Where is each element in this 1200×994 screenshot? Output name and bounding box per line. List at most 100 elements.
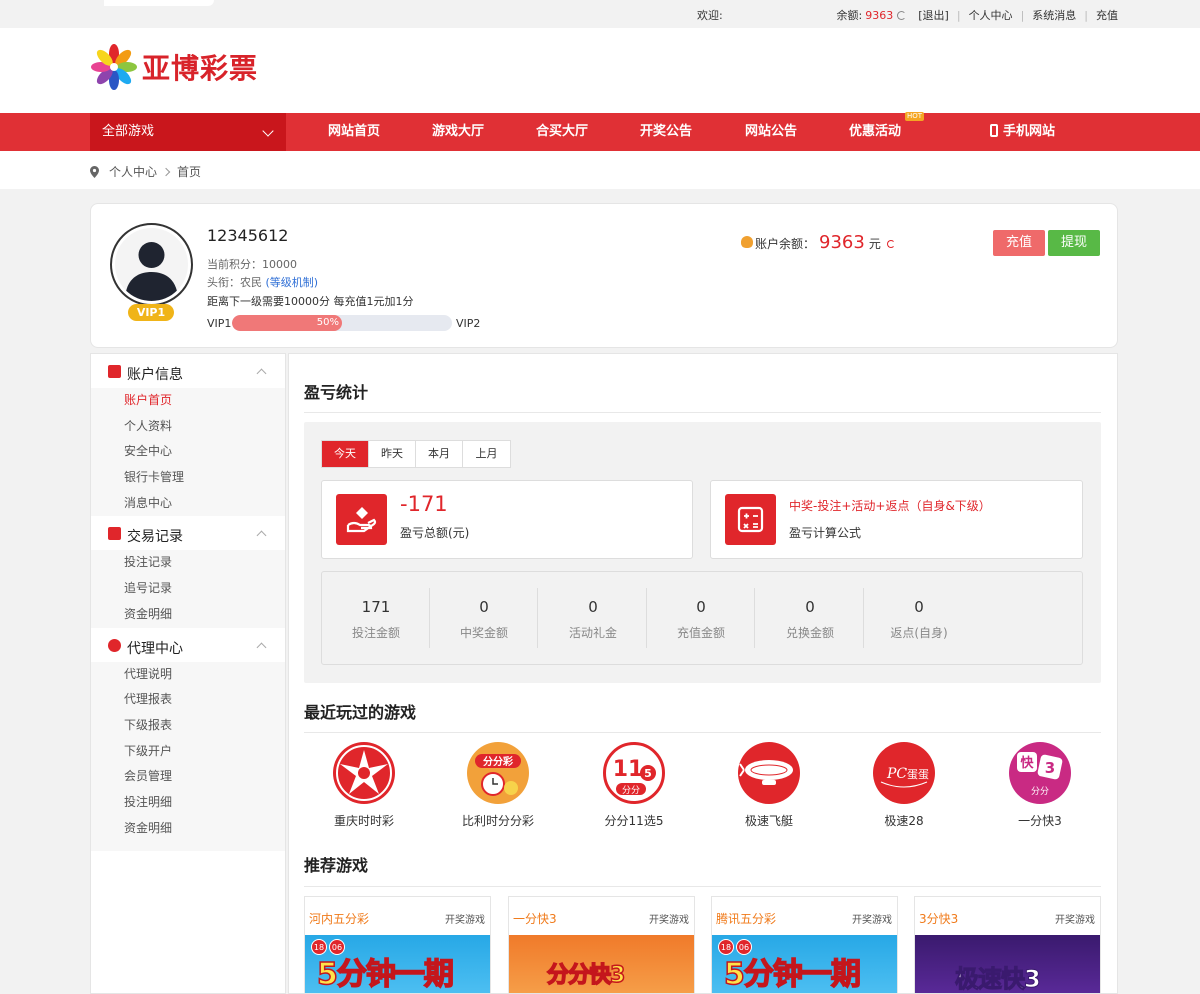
rec-banner: 极速快3	[915, 935, 1100, 994]
sidebar-item-sub-report[interactable]: 下级报表	[91, 713, 285, 739]
svg-text:3: 3	[1045, 759, 1055, 777]
sidebar-item-agent-info[interactable]: 代理说明	[91, 662, 285, 688]
rec-card-hanoi[interactable]: 河内五分彩 开奖游戏 18 06 5分钟一期	[304, 896, 491, 993]
svg-text:分分: 分分	[1031, 786, 1049, 797]
chevron-up-icon[interactable]	[256, 530, 267, 541]
level-progress-bar: 50%	[232, 315, 452, 331]
level-progress-fill: 50%	[232, 315, 342, 331]
refresh-icon[interactable]	[897, 10, 907, 20]
dice-k3-icon: 快 3 分分	[1009, 742, 1071, 804]
rec-card-link[interactable]: 开奖游戏	[649, 911, 689, 926]
sidebar-group-transactions[interactable]: 交易记录	[91, 516, 285, 551]
rec-card-link[interactable]: 开奖游戏	[1055, 911, 1095, 926]
tab-this-month[interactable]: 本月	[416, 441, 463, 467]
sidebar-item-sub-account[interactable]: 下级开户	[91, 739, 285, 765]
tab-last-month[interactable]: 上月	[463, 441, 510, 467]
chevron-down-icon	[262, 125, 274, 137]
sidebar-item-bet-records[interactable]: 投注记录	[91, 550, 285, 576]
refresh-balance-icon[interactable]	[886, 240, 895, 248]
rec-card-3min-k3[interactable]: 3分快3 开奖游戏 极速快3	[914, 896, 1101, 994]
rec-banner: 18 06 5分钟一期	[305, 935, 490, 993]
hand-money-icon	[336, 494, 387, 545]
breadcrumb-center[interactable]: 个人中心	[109, 163, 157, 180]
rec-card-link[interactable]: 开奖游戏	[852, 911, 892, 926]
game-speed-boat[interactable]: 极速飞艇	[709, 742, 829, 829]
rec-banner-text: 极速快3	[955, 965, 1042, 994]
phone-icon	[990, 124, 998, 137]
recharge-button[interactable]: 充值	[993, 230, 1045, 256]
nav-home[interactable]: 网站首页	[328, 113, 380, 151]
figure-label: 兑换金额	[785, 626, 834, 640]
recharge-link[interactable]: 充值	[1096, 7, 1118, 23]
sidebar-item-bank-cards[interactable]: 银行卡管理	[91, 465, 285, 491]
rec-card-tencent[interactable]: 腾讯五分彩 开奖游戏 18 06 5分钟一期	[711, 896, 898, 993]
currency-unit: 元	[868, 237, 881, 251]
game-name: 重庆时时彩	[333, 814, 394, 828]
stats-title: 盈亏统计	[304, 383, 369, 402]
vip-badge: VIP1	[128, 304, 174, 321]
figure-value: 0	[696, 598, 706, 616]
nav-promotions[interactable]: 优惠活动	[849, 113, 901, 151]
logout-link[interactable]: [退出]	[918, 7, 949, 23]
sidebar-item-profile[interactable]: 个人资料	[91, 414, 285, 440]
game-1min-k3[interactable]: 快 3 分分 一分快3	[980, 742, 1100, 829]
sidebar-item-agent-report[interactable]: 代理报表	[91, 687, 285, 713]
all-games-dropdown[interactable]: 全部游戏	[90, 113, 286, 151]
tab-today[interactable]: 今天	[322, 441, 369, 467]
nav-mobile[interactable]: 手机网站	[990, 113, 1055, 151]
sidebar-item-chase-records[interactable]: 追号记录	[91, 576, 285, 602]
money-bag-icon	[741, 236, 753, 248]
belgium-ffc-icon: 分分彩	[467, 742, 529, 804]
game-cqssc[interactable]: 重庆时时彩	[304, 742, 424, 829]
username: 12345612	[207, 226, 289, 245]
withdraw-button[interactable]: 提现	[1048, 230, 1100, 256]
rec-card-1min-k3[interactable]: 一分快3 开奖游戏 分分快3	[508, 896, 695, 993]
all-games-label: 全部游戏	[102, 124, 155, 139]
messages-link[interactable]: 系统消息	[1032, 7, 1076, 23]
sidebar-item-bet-details[interactable]: 投注明细	[91, 790, 285, 816]
balance-label: 余额:	[836, 9, 863, 22]
sidebar-group-account[interactable]: 账户信息	[91, 354, 285, 388]
formula-label: 盈亏计算公式	[789, 526, 862, 540]
sidebar-item-members[interactable]: 会员管理	[91, 764, 285, 790]
sidebar-item-messages[interactable]: 消息中心	[91, 491, 285, 517]
chevron-right-icon	[161, 167, 171, 176]
title-text: 头衔：农民	[207, 276, 262, 289]
rec-card-link[interactable]: 开奖游戏	[445, 911, 485, 926]
receipt-icon	[108, 527, 121, 541]
nav-announcements[interactable]: 网站公告	[745, 113, 797, 151]
main-panel: 盈亏统计 今天 昨天 本月 上月 -171 盈亏总额(元) 中奖-投注+活动+返…	[288, 353, 1118, 994]
game-name: 极速28	[884, 814, 924, 828]
game-speed28[interactable]: PC 蛋蛋 极速28	[844, 742, 964, 829]
sidebar-group-agent[interactable]: 代理中心	[91, 627, 285, 662]
chevron-up-icon[interactable]	[256, 368, 267, 379]
sidebar-item-fund-details[interactable]: 资金明细	[91, 602, 285, 628]
nav-draw-results[interactable]: 开奖公告	[640, 113, 692, 151]
stats-box: 今天 昨天 本月 上月 -171 盈亏总额(元) 中奖-投注+活动+返点（自身&…	[304, 422, 1101, 683]
sidebar-item-agent-funds[interactable]: 资金明细	[91, 816, 285, 842]
tab-yesterday[interactable]: 昨天	[369, 441, 416, 467]
airship-icon	[738, 742, 800, 804]
sidebar-group-title: 账户信息	[127, 367, 183, 383]
nav-game-hall[interactable]: 游戏大厅	[432, 113, 484, 151]
game-ff11x5[interactable]: 11 5 分分 分分11选5	[574, 742, 694, 829]
sidebar-item-account-home[interactable]: 账户首页	[91, 388, 285, 414]
hot-badge: HOT	[905, 112, 925, 121]
game-belgium-ffc[interactable]: 分分彩 比利时分分彩	[438, 742, 558, 829]
breadcrumb: 个人中心 首页	[0, 151, 1200, 189]
stats-figures: 171 投注金额 0 中奖金额 0 活动礼金 0 充值金额 0 兑换金额 0 返…	[321, 571, 1083, 665]
level-mechanism-link[interactable]: (等级机制)	[266, 276, 319, 289]
sidebar-group-title: 交易记录	[127, 529, 183, 546]
personal-center-link[interactable]: 个人中心	[969, 7, 1013, 23]
logo[interactable]: 亚博彩票	[90, 43, 258, 91]
recent-games-title: 最近玩过的游戏	[304, 703, 417, 722]
balance-value: 9363	[865, 8, 894, 22]
main-nav: 全部游戏 网站首页 游戏大厅 合买大厅 开奖公告 网站公告 优惠活动 HOT 手…	[0, 112, 1200, 151]
chevron-up-icon[interactable]	[256, 642, 267, 652]
sidebar-item-security[interactable]: 安全中心	[91, 439, 285, 465]
users-icon	[108, 638, 121, 652]
nav-group-buy[interactable]: 合买大厅	[536, 113, 588, 151]
next-level-text: 距离下一级需要10000分 每充值1元加1分	[207, 295, 414, 308]
figure-win: 0 中奖金额	[430, 588, 538, 648]
figure-rebate: 0 返点(自身)	[865, 588, 973, 648]
